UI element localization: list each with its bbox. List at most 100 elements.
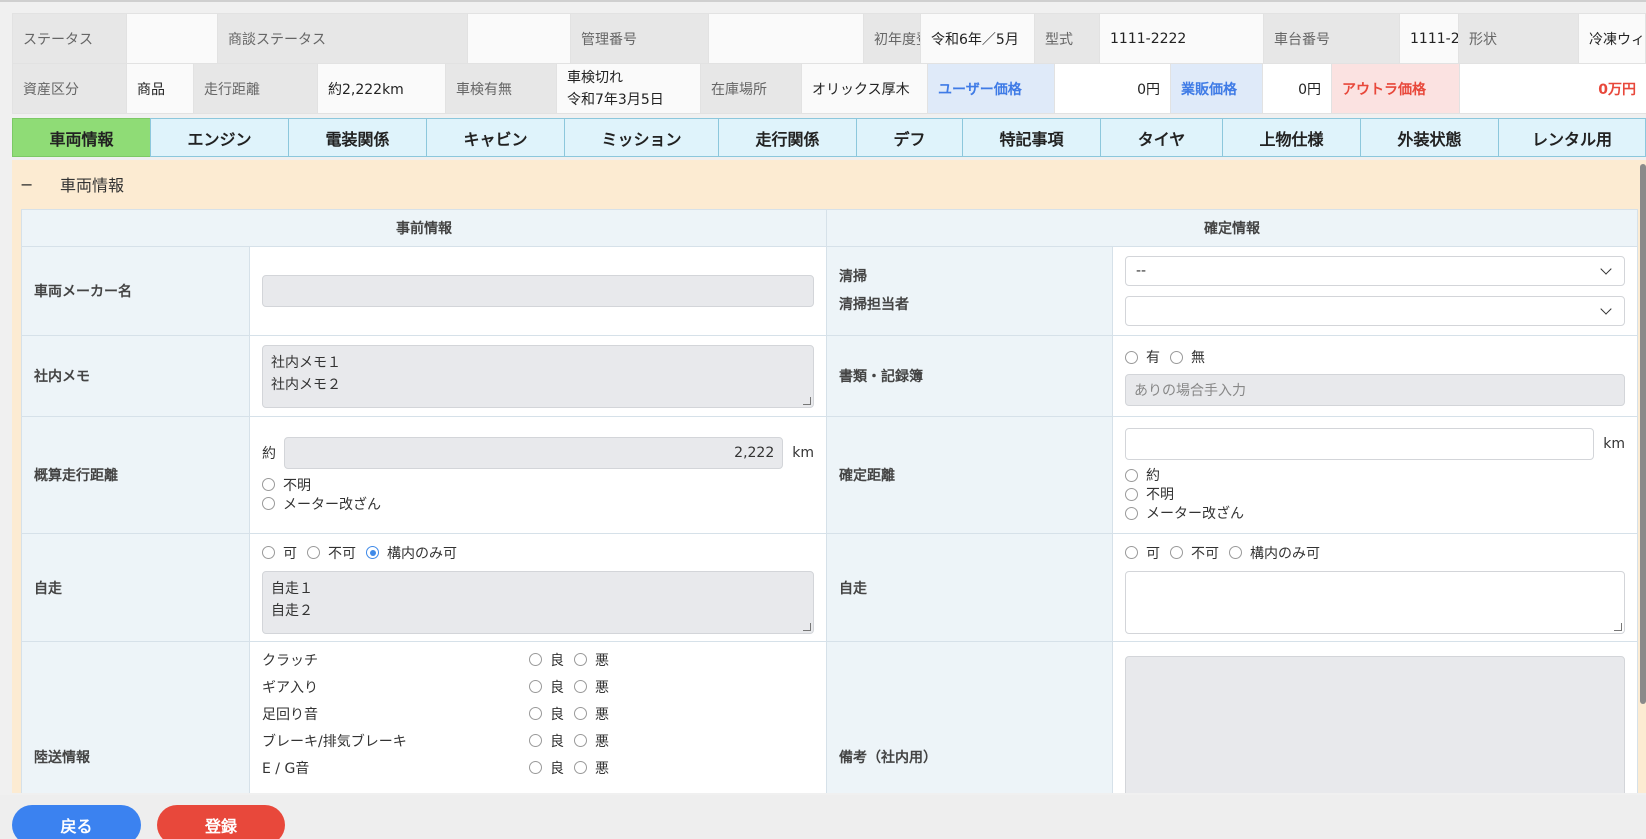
tab-electrical[interactable]: 電装関係 <box>288 118 426 157</box>
section-header: − 車両情報 <box>20 172 124 196</box>
transport-item-name: ブレーキ/排気ブレーキ <box>262 733 407 750</box>
tab-differential[interactable]: デフ <box>856 118 962 157</box>
app-window: ステータス 商談ステータス 管理番号 初年度登録 令和6年／5月 型式 1111… <box>0 0 1646 839</box>
transport-bad-radio[interactable]: 悪 <box>574 758 609 778</box>
cleaning-staff-label: 清掃担当者 <box>839 297 909 313</box>
radio-icon <box>529 653 542 666</box>
radio-icon <box>262 497 275 510</box>
confirmed-self-drive-ok-radio[interactable]: 可 <box>1125 543 1160 563</box>
km-unit: km <box>792 445 814 461</box>
tab-body-spec[interactable]: 上物仕様 <box>1222 118 1360 157</box>
cleaning-select[interactable]: -- <box>1125 256 1625 286</box>
tab-vehicle-info[interactable]: 車両情報 <box>12 118 150 157</box>
outlet-price-label: アウトラ価格 <box>1331 63 1460 114</box>
transport-bad-radio[interactable]: 悪 <box>574 704 609 724</box>
transport-good-radio[interactable]: 良 <box>529 758 564 778</box>
maker-label: 車両メーカー名 <box>21 246 250 336</box>
tab-special-notes[interactable]: 特記事項 <box>962 118 1100 157</box>
cleaning-select-value: -- <box>1136 263 1147 279</box>
tab-exterior[interactable]: 外装状態 <box>1360 118 1498 157</box>
first-reg-label: 初年度登録 <box>863 13 921 64</box>
vehicle-info-form: 事前情報 確定情報 車両メーカー名 清掃 清掃担当者 -- 社内メモ 社内メモ１… <box>21 209 1638 793</box>
inspection-status: 車検切れ <box>567 69 623 86</box>
confirmed-self-drive-ng-radio[interactable]: 不可 <box>1170 543 1219 563</box>
confirmed-about-radio[interactable]: 約 <box>1125 465 1160 485</box>
tampered-label: メーター改ざん <box>283 496 381 513</box>
transport-label: 陸送情報 <box>21 641 250 793</box>
confirmed-self-drive-yard-radio[interactable]: 構内のみ可 <box>1229 543 1320 563</box>
resize-handle-icon[interactable] <box>803 622 811 631</box>
radio-icon <box>574 761 587 774</box>
radio-icon <box>574 653 587 666</box>
ok-label: 可 <box>283 545 297 562</box>
docs-yes-radio[interactable]: 有 <box>1125 347 1160 367</box>
self-drive-textarea[interactable]: 自走１ 自走２ <box>262 570 814 634</box>
transport-good-radio[interactable]: 良 <box>529 731 564 751</box>
status-label: ステータス <box>12 13 127 64</box>
transport-item-name: ギア入り <box>262 679 318 696</box>
back-button[interactable]: 戻る <box>12 805 141 839</box>
category-tabs: 車両情報 エンジン 電装関係 キャビン ミッション 走行関係 デフ 特記事項 タ… <box>12 118 1646 157</box>
approx-tampered-radio[interactable]: メーター改ざん <box>262 494 381 514</box>
vertical-scrollbar[interactable] <box>1640 164 1646 704</box>
approx-distance-input[interactable]: 2,222 <box>284 437 784 469</box>
radio-icon <box>1125 487 1138 501</box>
radio-icon <box>529 734 542 747</box>
collapse-toggle[interactable]: − <box>20 175 50 194</box>
transport-bad-radio[interactable]: 悪 <box>574 731 609 751</box>
resize-handle-icon[interactable] <box>803 396 811 405</box>
inspection-value: 車検切れ 令和7年3月5日 <box>556 63 701 114</box>
vehicle-summary-row2: 資産区分 商品 走行距離 約2,222km 車検有無 車検切れ 令和7年3月5日… <box>12 63 1646 114</box>
chassis-no-label: 車台番号 <box>1263 13 1401 64</box>
transport-item-name: 足回り音 <box>262 706 318 723</box>
transport-good-radio[interactable]: 良 <box>529 650 564 670</box>
memo-textarea[interactable]: 社内メモ１ 社内メモ２ <box>262 344 814 408</box>
confirmed-unknown-radio[interactable]: 不明 <box>1125 484 1174 504</box>
bad-label: 悪 <box>595 679 609 696</box>
transport-good-radio[interactable]: 良 <box>529 704 564 724</box>
shape-value: 冷凍ウィング <box>1578 13 1646 64</box>
mgmt-no-value <box>708 13 864 64</box>
model-value: 1111-2222 <box>1099 13 1265 64</box>
tab-transmission[interactable]: ミッション <box>564 118 718 157</box>
transport-bad-radio[interactable]: 悪 <box>574 650 609 670</box>
maker-input[interactable] <box>262 275 814 307</box>
self-drive-ok-radio[interactable]: 可 <box>262 543 297 563</box>
confirmed-self-drive-label: 自走 <box>826 533 1113 642</box>
confirmed-distance-input[interactable] <box>1125 427 1595 460</box>
self-drive-yard-radio[interactable]: 構内のみ可 <box>366 543 457 563</box>
transport-bad-radio[interactable]: 悪 <box>574 677 609 697</box>
transport-row: ギア入り 良 悪 <box>262 673 814 700</box>
docs-no-radio[interactable]: 無 <box>1170 347 1205 367</box>
radio-icon <box>1125 468 1138 482</box>
self-drive-label: 自走 <box>21 533 250 642</box>
tab-running-gear[interactable]: 走行関係 <box>718 118 856 157</box>
tab-tires[interactable]: タイヤ <box>1100 118 1222 157</box>
action-bar: 戻る 登録 <box>0 795 1646 839</box>
self-drive-ng-radio[interactable]: 不可 <box>307 543 356 563</box>
tab-rental[interactable]: レンタル用 <box>1498 118 1646 157</box>
radio-checked-icon <box>366 546 379 559</box>
mgmt-no-label: 管理番号 <box>570 13 709 64</box>
bad-label: 悪 <box>595 733 609 750</box>
resize-handle-icon[interactable] <box>1614 622 1622 631</box>
good-label: 良 <box>550 760 564 777</box>
yard-only-label: 構内のみ可 <box>1250 545 1320 562</box>
remarks-textarea[interactable] <box>1125 656 1625 793</box>
transport-good-radio[interactable]: 良 <box>529 677 564 697</box>
transport-row: ブレーキ/排気ブレーキ 良 悪 <box>262 727 814 754</box>
good-label: 良 <box>550 706 564 723</box>
bad-label: 悪 <box>595 760 609 777</box>
tab-cabin[interactable]: キャビン <box>426 118 564 157</box>
bad-label: 悪 <box>595 652 609 669</box>
register-button[interactable]: 登録 <box>157 805 285 839</box>
confirmed-info-header: 確定情報 <box>826 209 1638 247</box>
confirmed-tampered-radio[interactable]: メーター改ざん <box>1125 503 1244 523</box>
cleaning-staff-select[interactable] <box>1125 296 1625 326</box>
km-unit: km <box>1603 435 1625 452</box>
tab-engine[interactable]: エンジン <box>150 118 288 157</box>
confirmed-self-drive-textarea[interactable] <box>1125 570 1625 634</box>
shape-label: 形状 <box>1458 13 1580 64</box>
docs-input[interactable]: ありの場合手入力 <box>1125 374 1625 406</box>
approx-unknown-radio[interactable]: 不明 <box>262 475 311 495</box>
